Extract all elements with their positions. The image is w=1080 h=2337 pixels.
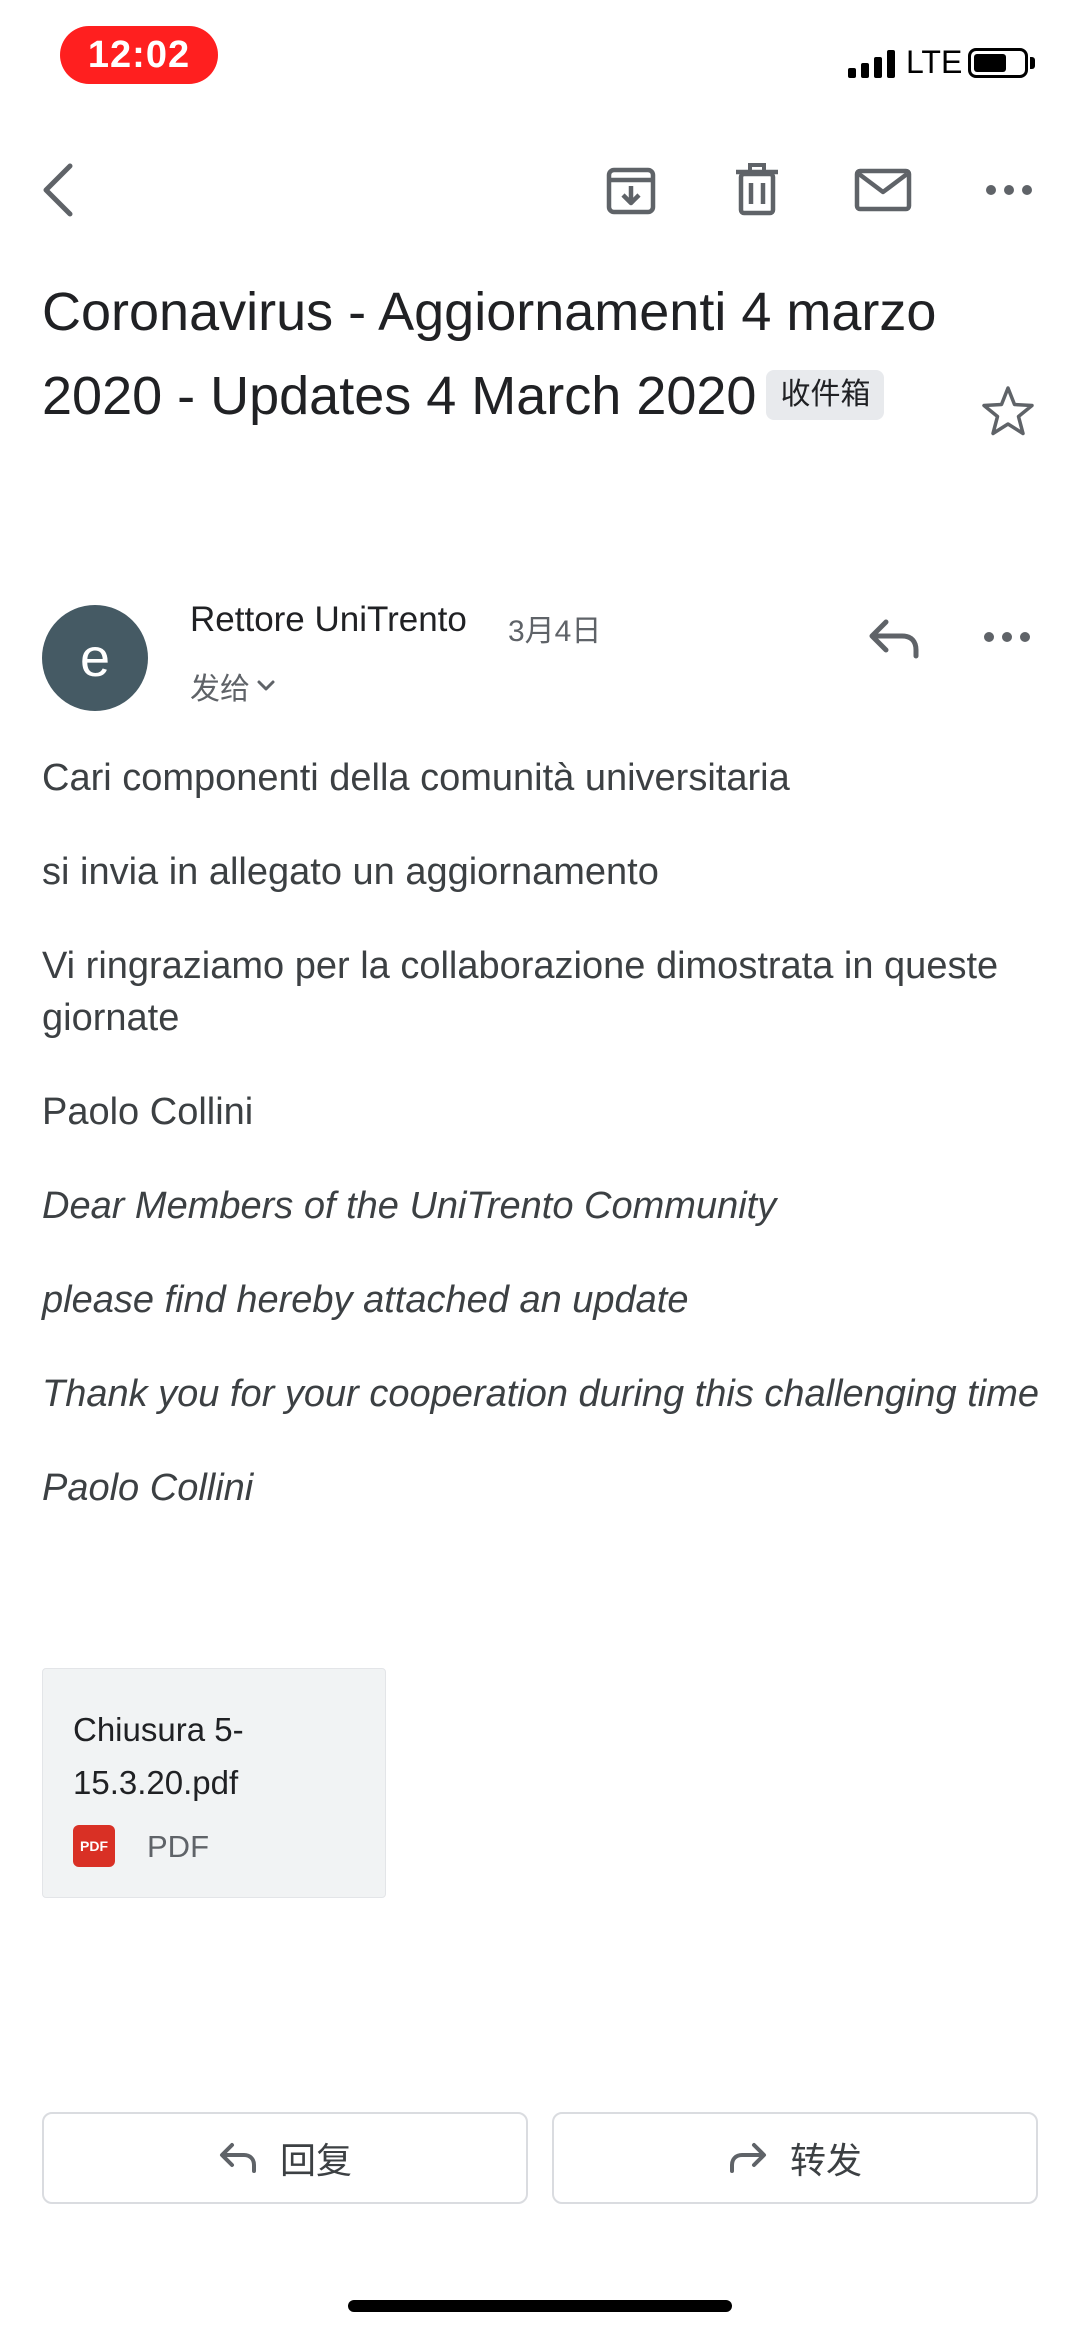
battery-icon xyxy=(968,48,1028,78)
star-icon xyxy=(982,386,1034,436)
archive-button[interactable] xyxy=(591,140,671,240)
inbox-label-chip[interactable]: 收件箱 xyxy=(766,370,885,420)
more-horizontal-icon xyxy=(986,185,1032,195)
attachment-type: PDF xyxy=(147,1829,209,1864)
email-subject: Coronavirus - Aggiornamenti 4 marzo 2020… xyxy=(42,270,972,438)
email-date: 3月4日 xyxy=(508,615,602,648)
more-options-button[interactable] xyxy=(969,140,1049,240)
recipient-details-toggle[interactable]: 发给 xyxy=(190,664,276,708)
sender-name[interactable]: Rettore UniTrento xyxy=(190,600,467,640)
mark-unread-button[interactable] xyxy=(843,140,923,240)
battery-cap xyxy=(1030,57,1035,69)
body-paragraph: si invia in allegato un aggiornamento xyxy=(42,851,659,893)
forward-button[interactable]: 转发 xyxy=(552,2112,1038,2204)
reply-icon xyxy=(869,619,919,659)
body-paragraph: please find hereby attached an update xyxy=(42,1279,689,1321)
reply-label: 回复 xyxy=(279,2140,352,2181)
reply-icon xyxy=(219,2143,256,2173)
back-arrow-icon xyxy=(43,163,73,217)
home-indicator[interactable] xyxy=(348,2300,732,2312)
status-bar: 12:02 LTE xyxy=(0,0,1080,110)
delete-button[interactable] xyxy=(717,140,797,240)
more-horizontal-icon xyxy=(984,632,1030,642)
body-paragraph: Dear Members of the UniTrento Community xyxy=(42,1185,777,1227)
email-body: Cari componenti della comunità universit… xyxy=(42,752,1042,1556)
recipient-label: 发给 xyxy=(190,673,250,706)
reply-button-header[interactable] xyxy=(864,610,926,672)
reply-button[interactable]: 回复 xyxy=(42,2112,528,2204)
back-button[interactable] xyxy=(18,140,98,240)
body-paragraph: Thank you for your cooperation during th… xyxy=(42,1373,1040,1415)
pdf-file-icon: PDF xyxy=(73,1825,115,1867)
message-more-button[interactable] xyxy=(972,612,1042,662)
body-paragraph: Cari componenti della comunità universit… xyxy=(42,757,790,799)
archive-icon xyxy=(606,167,656,215)
body-paragraph: Vi ringraziamo per la collaborazione dim… xyxy=(42,945,999,1039)
forward-icon xyxy=(729,2143,766,2173)
mail-icon xyxy=(854,168,912,212)
star-button[interactable] xyxy=(978,382,1038,442)
body-signature: Paolo Collini xyxy=(42,1467,254,1509)
chevron-down-icon xyxy=(257,680,275,691)
forward-label: 转发 xyxy=(789,2140,862,2181)
status-time: 12:02 xyxy=(60,26,218,84)
attachment-filename: Chiusura 5-15.3.20.pdf xyxy=(73,1711,244,1801)
sender-avatar[interactable]: e xyxy=(42,605,148,711)
email-toolbar xyxy=(0,140,1080,240)
trash-icon xyxy=(736,163,778,216)
signal-icon xyxy=(848,48,896,78)
attachment-card[interactable]: Chiusura 5-15.3.20.pdf PDF PDF xyxy=(42,1668,386,1898)
body-signature: Paolo Collini xyxy=(42,1091,254,1133)
network-type: LTE xyxy=(906,44,963,80)
